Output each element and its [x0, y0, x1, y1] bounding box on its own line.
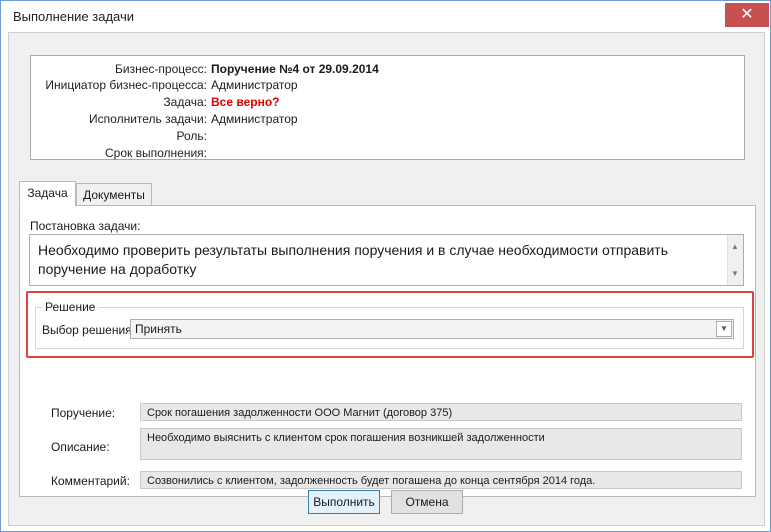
title-bar[interactable]: Выполнение задачи ✕ — [1, 1, 770, 32]
tab-documents[interactable]: Документы — [76, 183, 152, 207]
close-icon[interactable]: ✕ — [725, 3, 769, 27]
info-label: Срок выполнения: — [105, 146, 207, 160]
scroll-down-icon[interactable]: ▼ — [731, 264, 739, 283]
info-row-task: Задача: Все верно? — [31, 94, 744, 110]
description-field-value: Необходимо выяснить с клиентом срок пога… — [147, 432, 545, 444]
info-value: Администратор — [211, 78, 298, 92]
decision-highlight: Решение Выбор решения: Принять ▼ — [26, 291, 754, 358]
info-label: Роль: — [176, 129, 207, 143]
execute-button[interactable]: Выполнить — [308, 490, 380, 514]
order-field: Срок погашения задолженности ООО Магнит … — [140, 403, 742, 421]
chevron-down-icon[interactable]: ▼ — [716, 321, 732, 337]
task-description-box[interactable]: Необходимо проверить результаты выполнен… — [29, 234, 744, 286]
info-label: Задача: — [163, 95, 207, 109]
task-description-text: Необходимо проверить результаты выполнен… — [38, 242, 668, 277]
info-row-initiator: Инициатор бизнес-процесса: Администратор — [31, 77, 744, 93]
decision-group: Решение Выбор решения: Принять ▼ — [35, 300, 744, 349]
process-info-panel: Бизнес-процесс: Поручение №4 от 29.09.20… — [30, 55, 745, 160]
field-label: Описание: — [51, 440, 110, 454]
scroll-up-icon[interactable]: ▲ — [731, 237, 739, 256]
window-title: Выполнение задачи — [13, 9, 135, 24]
decision-select[interactable]: Принять ▼ — [130, 319, 734, 339]
task-window: Выполнение задачи ✕ Бизнес-процесс: Пору… — [0, 0, 771, 532]
comment-field-value: Созвонились с клиентом, задолженность бу… — [147, 475, 596, 487]
info-row-executor: Исполнитель задачи: Администратор — [31, 111, 744, 127]
field-label: Поручение: — [51, 406, 116, 420]
task-description-label: Постановка задачи: — [30, 219, 141, 233]
tab-task[interactable]: Задача — [19, 181, 76, 207]
dialog-body: Бизнес-процесс: Поручение №4 от 29.09.20… — [8, 32, 765, 526]
info-row-role: Роль: — [31, 128, 744, 144]
comment-field: Созвонились с клиентом, задолженность бу… — [140, 471, 742, 489]
info-row-deadline: Срок выполнения: — [31, 145, 744, 161]
decision-group-title: Решение — [42, 300, 99, 314]
task-scrollbar[interactable]: ▲ ▼ — [727, 235, 743, 285]
task-name: Все верно? — [211, 95, 280, 109]
info-label: Инициатор бизнес-процесса: — [45, 78, 207, 92]
decision-selected-value: Принять — [135, 322, 182, 336]
decision-select-label: Выбор решения: — [42, 323, 135, 337]
cancel-button[interactable]: Отмена — [391, 490, 463, 514]
process-link[interactable]: Поручение №4 от 29.09.2014 — [211, 61, 379, 77]
info-label: Бизнес-процесс: — [115, 62, 207, 76]
info-row-process: Бизнес-процесс: Поручение №4 от 29.09.20… — [31, 61, 744, 77]
description-field: Необходимо выяснить с клиентом срок пога… — [140, 428, 742, 460]
field-label: Комментарий: — [51, 474, 130, 488]
info-label: Исполнитель задачи: — [89, 112, 207, 126]
info-value: Администратор — [211, 112, 298, 126]
order-field-value: Срок погашения задолженности ООО Магнит … — [147, 407, 453, 419]
